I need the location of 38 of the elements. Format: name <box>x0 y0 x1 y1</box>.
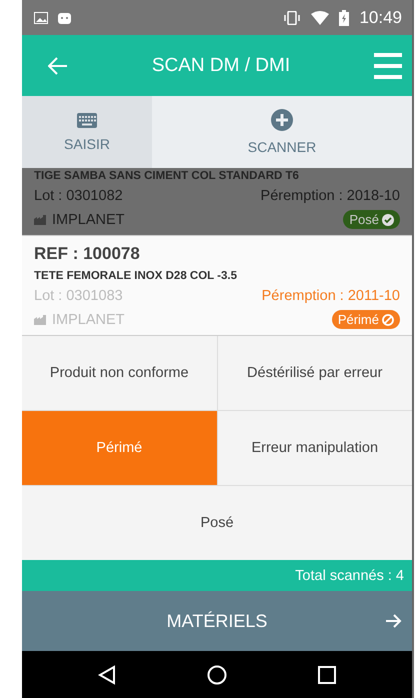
reason-button[interactable]: Posé <box>22 486 412 560</box>
check-circle-icon <box>382 214 394 226</box>
manufacturer: IMPLANET <box>52 312 125 328</box>
recents-nav-button[interactable] <box>318 666 336 684</box>
tab[interactable]: SCANNER <box>152 96 412 168</box>
keyboard-icon <box>77 112 97 128</box>
factory-icon <box>34 214 46 224</box>
plus-circle-icon <box>271 109 293 131</box>
status-badge: Posé <box>343 210 400 229</box>
ban-icon <box>382 314 394 326</box>
expiry-date: Péremption : 2018-10 <box>260 188 400 204</box>
back-nav-button[interactable] <box>98 664 116 684</box>
lot-number: Lot : 0301082 <box>34 188 123 204</box>
battery-icon <box>339 10 350 26</box>
product-ref: REF : 100078 <box>34 244 141 264</box>
tab[interactable]: SAISIR <box>22 96 152 168</box>
wifi-icon <box>311 10 330 24</box>
home-nav-button[interactable] <box>206 664 227 684</box>
vibrate-icon <box>283 10 302 24</box>
reason-button[interactable]: Déstérilisé par erreur <box>218 336 412 410</box>
product-card[interactable]: REF : 100078 TETE FEMORALE INOX D28 COL -3.5 Lot : 0301083 Péremption : 2011-10 IMPLANET Périmé <box>22 236 412 336</box>
reason-button[interactable]: Produit non conforme <box>22 336 216 410</box>
product-name: TIGE SAMBA SANS CIMENT COL STANDARD T6 <box>34 170 300 182</box>
product-name: TETE FEMORALE INOX D28 COL -3.5 <box>34 270 238 282</box>
manufacturer: IMPLANET <box>52 212 125 228</box>
status-badge: Périmé <box>332 310 400 329</box>
expiry-date: Péremption : 2011-10 <box>262 288 400 304</box>
total-count: Total scannés : 4 <box>295 568 404 584</box>
factory-icon <box>34 314 46 324</box>
arrow-right-icon <box>386 613 402 629</box>
image-icon <box>34 12 48 24</box>
status-time: 10:49 <box>359 8 402 28</box>
robot-icon <box>58 11 71 24</box>
reason-button[interactable]: Erreur manipulation <box>218 411 412 485</box>
materials-button[interactable]: MATÉRIELS <box>22 591 412 651</box>
screen-title: SCAN DM / DMI <box>150 54 292 76</box>
product-card[interactable]: TIGE SAMBA SANS CIMENT COL STANDARD T6 Lot : 0301082 Péremption : 2018-10 IMPLANET Posé <box>22 168 412 236</box>
lot-number: Lot : 0301083 <box>34 288 123 304</box>
